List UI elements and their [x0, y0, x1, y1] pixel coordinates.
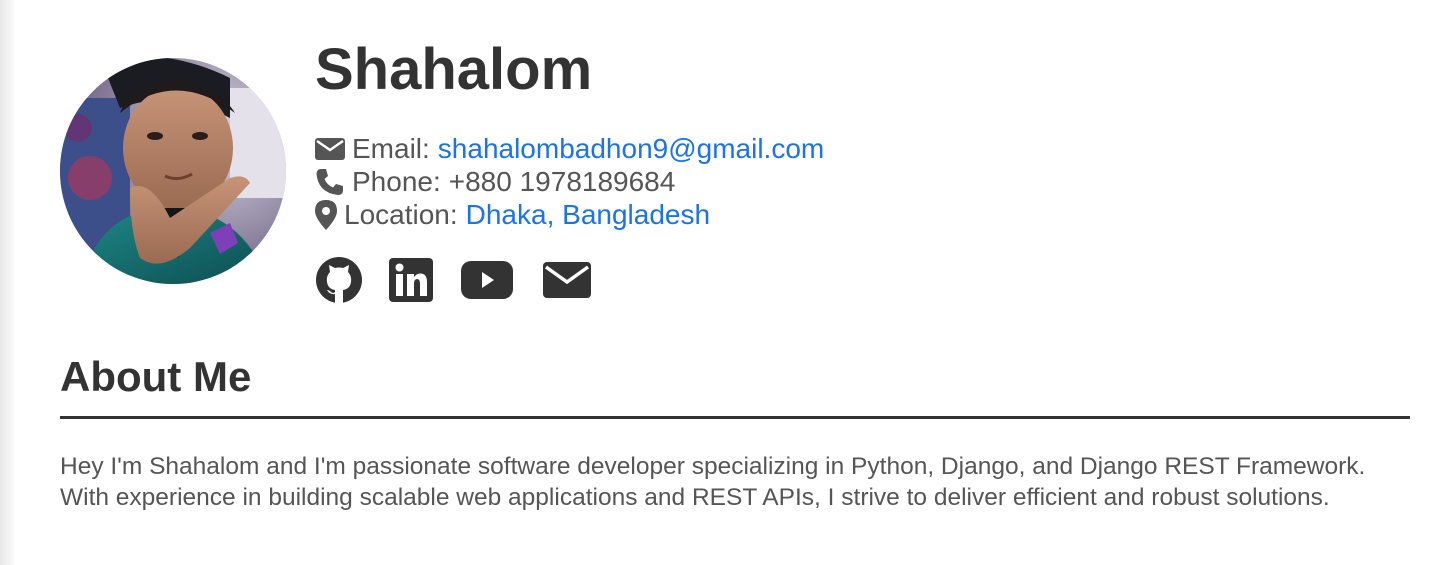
location-label: Location: [344, 199, 458, 230]
social-links [315, 256, 591, 304]
linkedin-link[interactable] [389, 258, 433, 302]
phone-row: Phone: +880 1978189684 [315, 165, 824, 198]
section-divider [60, 416, 1410, 419]
map-marker-icon [315, 199, 337, 230]
envelope-icon [315, 137, 345, 160]
location-link[interactable]: Dhaka, Bangladesh [466, 198, 710, 231]
email-label: Email: [352, 133, 430, 164]
page-left-edge [0, 0, 14, 565]
email-link[interactable]: shahalombadhon9@gmail.com [438, 132, 824, 165]
avatar [60, 58, 286, 284]
profile-name: Shahalom [315, 37, 593, 102]
contact-info: Email: shahalombadhon9@gmail.com Phone: … [315, 132, 824, 231]
linkedin-icon [389, 258, 433, 302]
email-social-link[interactable] [543, 261, 591, 299]
about-title: About Me [60, 353, 252, 400]
github-icon [316, 257, 362, 303]
avatar-photo [60, 58, 286, 284]
email-row: Email: shahalombadhon9@gmail.com [315, 132, 824, 165]
youtube-icon [461, 261, 513, 299]
youtube-link[interactable] [461, 260, 513, 300]
github-link[interactable] [315, 256, 363, 304]
envelope-icon [543, 262, 591, 298]
location-row: Location: Dhaka, Bangladesh [315, 198, 824, 231]
phone-icon [315, 168, 345, 196]
phone-label: Phone: [352, 166, 441, 197]
phone-value: +880 1978189684 [448, 166, 676, 197]
about-text: Hey I'm Shahalom and I'm passionate soft… [60, 453, 1366, 511]
